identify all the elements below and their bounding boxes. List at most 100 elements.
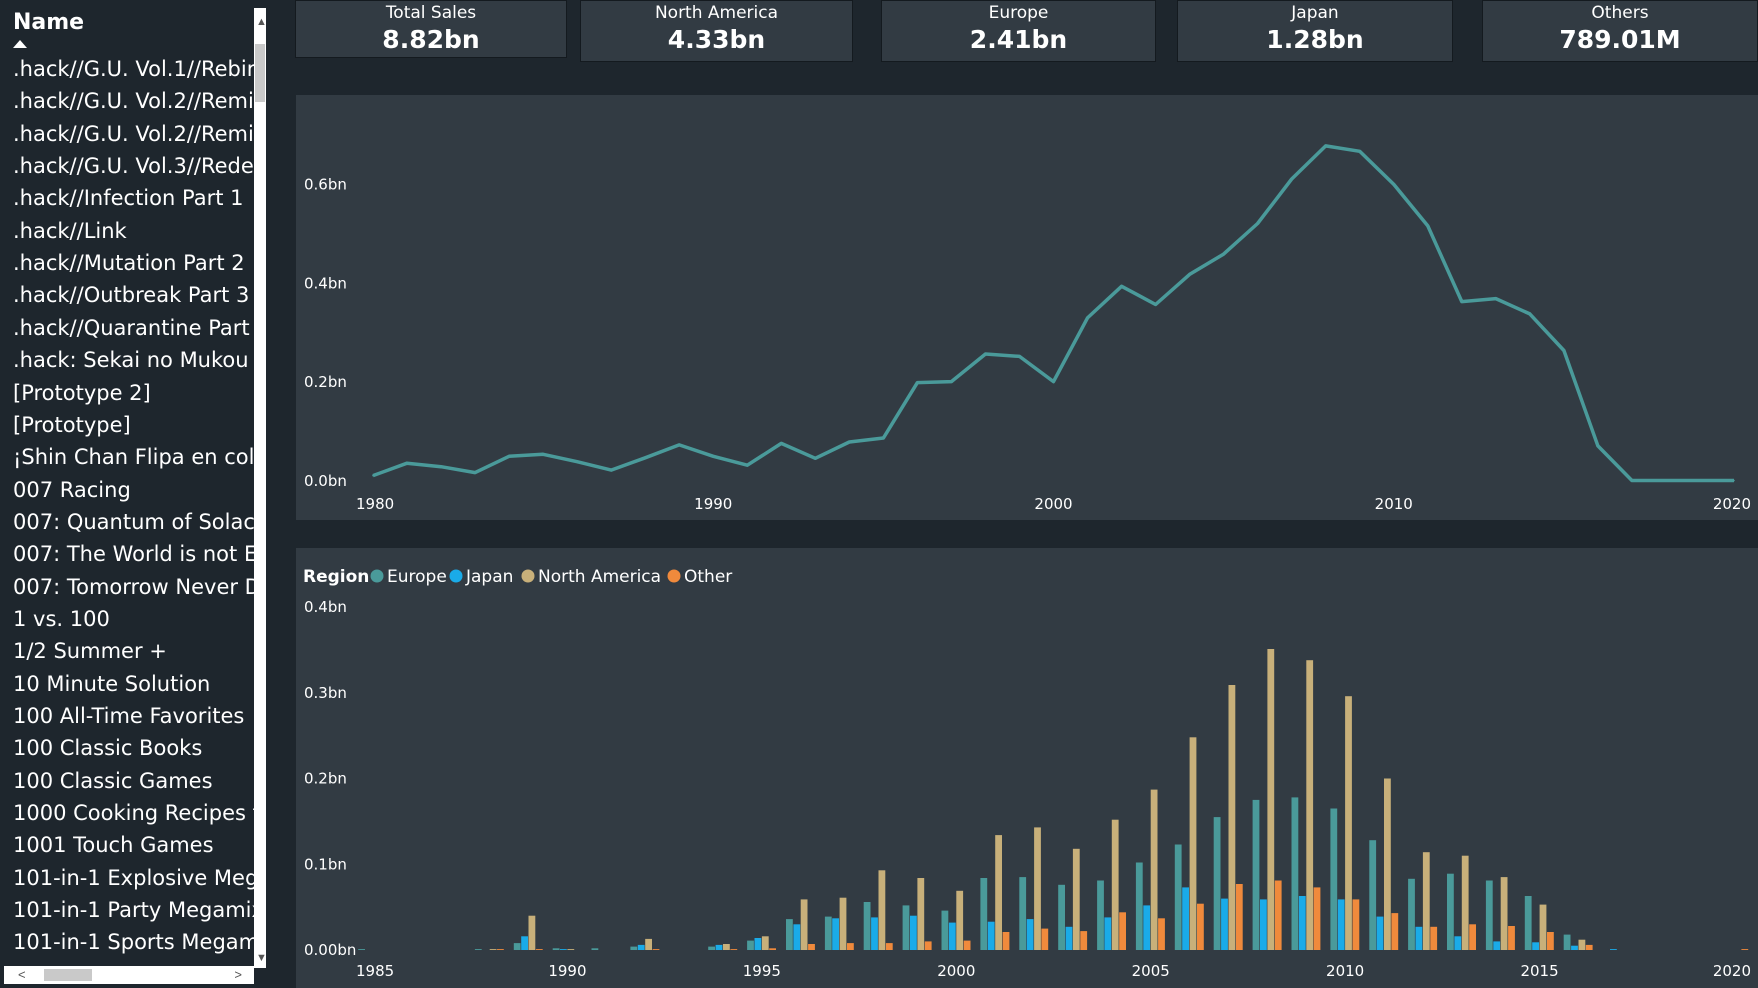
slicer-item[interactable]: 1000 Cooking Recipes from [13, 801, 254, 831]
line-point [508, 455, 510, 458]
vertical-scroll-thumb[interactable] [255, 44, 265, 102]
legend-marker [521, 569, 535, 583]
line-point [1222, 253, 1225, 255]
line-point [1324, 145, 1327, 147]
y-tick-label: 0.4bn [304, 598, 347, 616]
x-tick-label: 1980 [356, 495, 394, 513]
slicer-item[interactable]: 1001 Touch Games [13, 833, 214, 863]
bar-europe [630, 946, 638, 950]
slicer-item[interactable]: 007: Tomorrow Never Dies [13, 575, 254, 605]
slicer-item[interactable]: 100 Classic Books [13, 736, 202, 766]
y-tick-label: 0.3bn [304, 684, 347, 702]
line-point [678, 444, 681, 446]
bar-north-america [1578, 939, 1586, 950]
slicer-item[interactable]: ¡Shin Chan Flipa en colores! [13, 445, 254, 475]
bar-japan [1454, 936, 1462, 950]
line-point [644, 456, 646, 459]
line-point [814, 457, 817, 460]
scroll-left-icon[interactable]: < [18, 967, 26, 982]
slicer-item[interactable]: [Prototype 2] [13, 381, 151, 411]
vertical-scrollbar[interactable]: ▲ ▼ [254, 8, 267, 968]
bar-other [924, 941, 932, 950]
line-point [1699, 479, 1701, 482]
scroll-down-icon[interactable]: ▼ [256, 952, 267, 964]
slicer-item[interactable]: 1 vs. 100 [13, 607, 110, 637]
slicer-item[interactable]: .hack//Mutation Part 2 [13, 251, 245, 281]
scroll-up-icon[interactable]: ▲ [256, 16, 267, 28]
bar-europe [1291, 797, 1299, 950]
slicer-item[interactable]: 101-in-1 Sports Megamix [13, 930, 254, 960]
line-point [916, 381, 919, 384]
bar-japan [1415, 926, 1423, 950]
slicer-item[interactable]: 100 All-Time Favorites [13, 704, 244, 734]
bar-other [652, 949, 660, 950]
bar-europe [1058, 884, 1065, 950]
legend-label: Europe [387, 567, 447, 587]
bar-north-america [1072, 848, 1080, 950]
bar-japan [1026, 919, 1034, 950]
bar-japan [715, 944, 723, 950]
slicer-item[interactable]: .hack//Outbreak Part 3 [13, 283, 249, 313]
scroll-right-icon[interactable]: > [234, 967, 242, 982]
kpi-value: 789.01M [1559, 25, 1681, 54]
bar-europe [708, 946, 715, 950]
slicer-item[interactable]: 101-in-1 Explosive Megamix [13, 866, 254, 896]
slicer-item[interactable]: 10 Minute Solution [13, 672, 210, 702]
bar-europe [358, 949, 365, 950]
bar-north-america [1384, 778, 1391, 950]
line-point [1086, 317, 1089, 319]
bar-north-america [1500, 877, 1508, 950]
slicer-item[interactable]: .hack//G.U. Vol.3//Redemption [13, 154, 254, 184]
sort-ascending-icon[interactable] [13, 40, 27, 48]
x-tick-label: 2020 [1713, 962, 1751, 980]
bar-japan [1260, 899, 1267, 950]
kpi-value: 1.28bn [1266, 25, 1364, 54]
bar-north-america [1422, 852, 1430, 950]
bar-north-america [995, 835, 1002, 950]
slicer-item[interactable]: 007: Quantum of Solace [13, 510, 254, 540]
slicer-item[interactable]: .hack//G.U. Vol.2//Reminisce [13, 89, 254, 119]
bar-europe [591, 948, 599, 950]
name-slicer: Name .hack//G.U. Vol.1//Rebirth .hack//G.… [0, 0, 268, 988]
slicer-item[interactable]: 101-in-1 Party Megamix Wii [13, 898, 254, 928]
bar-europe [824, 916, 832, 950]
bar-north-america [1267, 649, 1275, 950]
bar-europe [747, 940, 754, 950]
line-point [848, 441, 851, 443]
bar-other [1430, 926, 1438, 950]
bar-other [963, 940, 971, 950]
bar-japan [1065, 926, 1073, 950]
bar-north-america [1228, 685, 1236, 950]
slicer-item[interactable]: .hack//Link [13, 219, 127, 249]
slicer-item[interactable]: .hack//Quarantine Part 4: [13, 316, 254, 346]
bar-japan [1376, 916, 1384, 950]
y-tick-label: 0.6bn [304, 175, 347, 193]
x-tick-label: 1990 [694, 495, 732, 513]
line-point [1120, 285, 1123, 288]
y-tick-label: 0.2bn [304, 770, 347, 788]
horizontal-scrollbar[interactable]: < > [4, 966, 254, 984]
bar-japan [832, 918, 839, 950]
slicer-header[interactable]: Name [13, 10, 84, 35]
legend-label: North America [538, 567, 661, 587]
kpi-total-sales: Total Sales 8.82bn [295, 0, 567, 58]
line-point [542, 453, 544, 456]
slicer-item[interactable]: .hack//G.U. Vol.1//Rebirth [13, 57, 254, 87]
bar-north-america [878, 870, 886, 950]
line-point [1426, 225, 1429, 227]
slicer-item[interactable]: .hack//G.U. Vol.2//Reminisce [13, 122, 254, 152]
slicer-item[interactable]: [Prototype] [13, 413, 131, 443]
line-point [1597, 445, 1599, 447]
slicer-item[interactable]: .hack//Infection Part 1 [13, 186, 243, 216]
slicer-item[interactable]: 100 Classic Games [13, 769, 213, 799]
bar-north-america [761, 936, 769, 950]
bar-north-america [1461, 855, 1469, 950]
line-point [1733, 479, 1735, 482]
slicer-item[interactable]: 007 Racing [13, 478, 131, 508]
line-point [882, 437, 885, 439]
slicer-item[interactable]: 1/2 Summer + [13, 639, 167, 669]
slicer-item[interactable]: 007: The World is not Enough [13, 542, 254, 572]
horizontal-scroll-thumb[interactable] [44, 969, 92, 981]
line-point [1495, 297, 1497, 300]
slicer-item[interactable]: .hack: Sekai no Mukou ni [13, 348, 254, 378]
